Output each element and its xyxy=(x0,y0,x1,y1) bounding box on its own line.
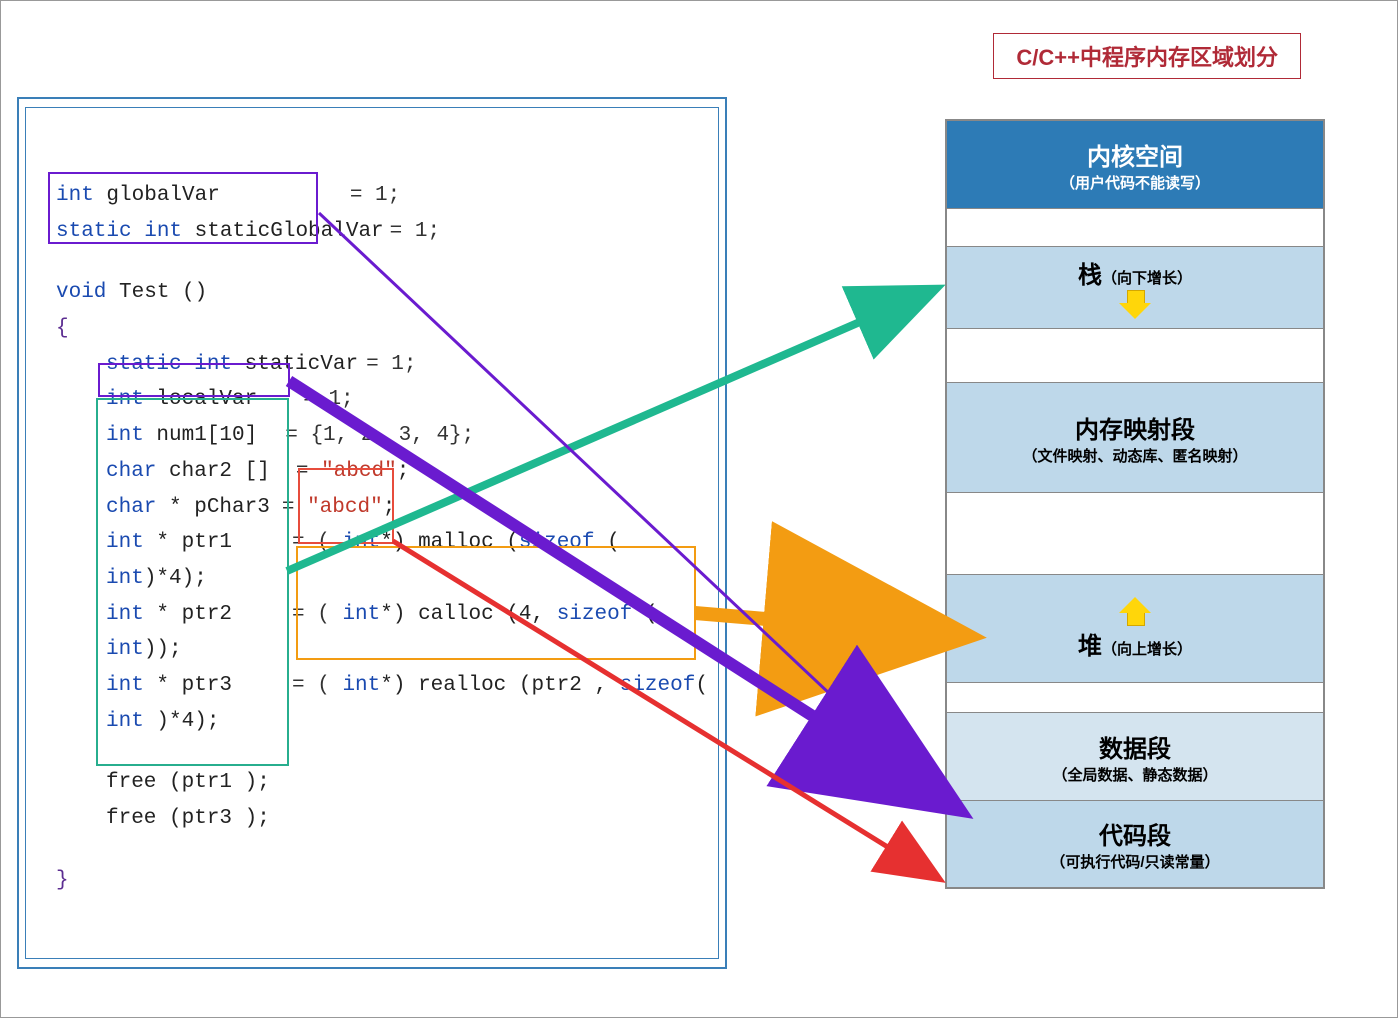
mem-kernel: 内核空间 （用户代码不能读写） xyxy=(947,121,1323,209)
mem-gap-1 xyxy=(947,209,1323,247)
stack-vars-box xyxy=(96,398,289,766)
stack-arrow-down-icon xyxy=(1119,290,1151,320)
mem-mmap: 内存映射段 （文件映射、动态库、匿名映射） xyxy=(947,383,1323,493)
code-line-13: free (ptr1 ); xyxy=(56,765,708,801)
mem-gap-2 xyxy=(947,329,1323,383)
static-var-box xyxy=(98,363,290,397)
mem-heap: 堆（向上增长） xyxy=(947,575,1323,683)
code-line-3: void Test () xyxy=(56,275,708,311)
mem-gap-3 xyxy=(947,493,1323,575)
code-panel: int globalVar= 1; static int staticGloba… xyxy=(25,107,719,959)
mem-code-segment: 代码段 （可执行代码/只读常量） xyxy=(947,801,1323,887)
heap-arrow-up-icon xyxy=(1119,596,1151,626)
code-line-15: } xyxy=(56,863,708,899)
code-line-4: { xyxy=(56,311,708,347)
mem-data-segment: 数据段 （全局数据、静态数据） xyxy=(947,713,1323,801)
heap-alloc-box xyxy=(296,546,696,660)
code-line-14: free (ptr3 ); xyxy=(56,801,708,837)
global-vars-box xyxy=(48,172,318,244)
memory-layout: 内核空间 （用户代码不能读写） 栈（向下增长） 内存映射段 （文件映射、动态库、… xyxy=(945,119,1325,889)
diagram-title: C/C++中程序内存区域划分 xyxy=(993,33,1301,79)
mem-gap-4 xyxy=(947,683,1323,713)
mem-stack: 栈（向下增长） xyxy=(947,247,1323,329)
string-literal-box xyxy=(298,468,394,544)
arrow-heap xyxy=(695,613,931,633)
